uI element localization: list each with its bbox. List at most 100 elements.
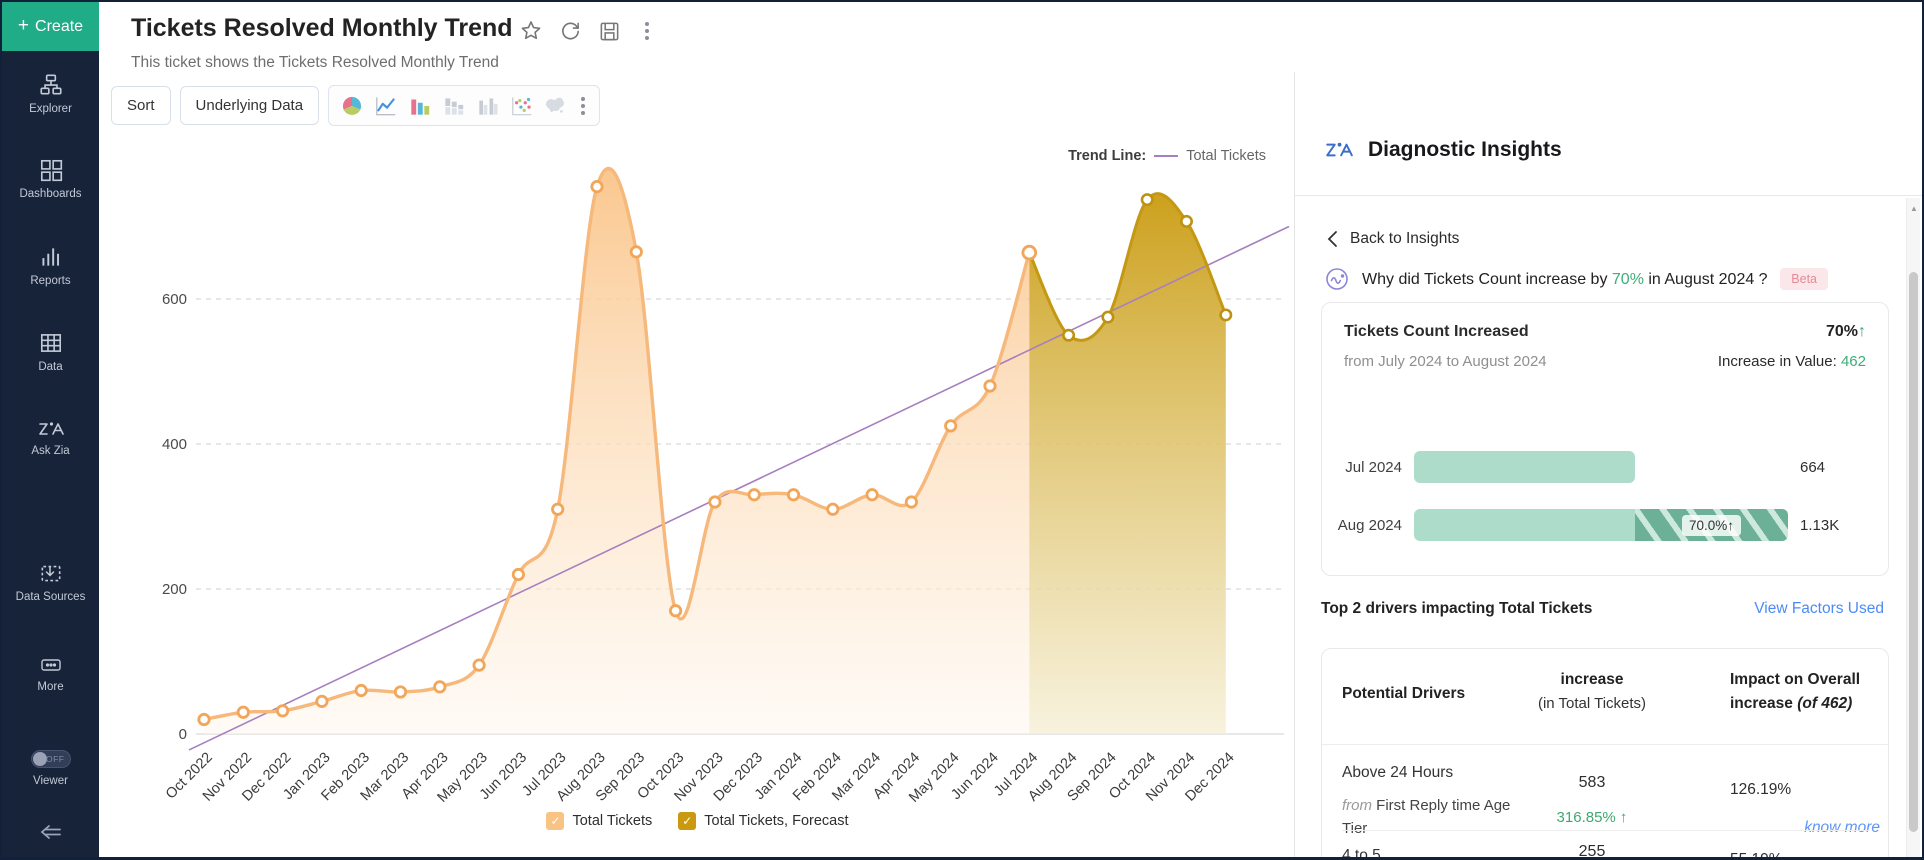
divider [1342, 830, 1868, 831]
back-to-insights-link[interactable]: Back to Insights [1326, 230, 1459, 248]
save-icon[interactable] [598, 20, 621, 43]
card-title: Tickets Count Increased [1344, 323, 1529, 340]
viewer-label: Viewer [33, 775, 68, 787]
sidebar-item-ask-zia[interactable]: Ask Zia [2, 418, 99, 459]
area-chart-canvas[interactable]: 0200400600Oct 2022Nov 2022Dec 2022Jan 20… [101, 112, 1294, 852]
col-increase: increase [1560, 671, 1624, 688]
scroll-up-arrow[interactable]: ▲ [1910, 204, 1918, 213]
col-increase-sub: (in Total Tickets) [1537, 695, 1647, 712]
svg-text:400: 400 [162, 436, 187, 453]
sidebar-label: Dashboards [19, 188, 82, 200]
col-potential-drivers: Potential Drivers [1342, 685, 1466, 702]
driver-impact: 126.19% [1730, 781, 1792, 798]
viewer-toggle[interactable]: OFF [30, 750, 71, 768]
col-impact-sub: (of 462) [1797, 695, 1853, 712]
diagnostic-insights-panel: Diagnostic Insights Back to Insights Why… [1295, 2, 1922, 857]
toggle-state-label: OFF [46, 754, 65, 764]
aug-bar-increase-segment: 70.0%↑ [1635, 509, 1788, 541]
legend-label: Total Tickets [572, 813, 653, 829]
trendline-swatch [1154, 155, 1179, 157]
divider [1295, 195, 1922, 196]
increase-in-value: Increase in Value: 462 [1717, 353, 1866, 370]
bar-label: Jul 2024 [1345, 458, 1402, 476]
toggle-knob [32, 752, 47, 766]
bar-value: 664 [1800, 458, 1826, 476]
question-highlight: 70% [1611, 271, 1644, 288]
sidebar-label: Data Sources [15, 591, 86, 603]
driver-increase: 583 [1578, 774, 1606, 791]
create-label: Create [35, 17, 84, 35]
jul-bar [1414, 451, 1635, 483]
driver-source: from First Reply time Age Tier [1342, 797, 1511, 838]
collapse-arrow-icon [40, 825, 61, 839]
drivers-table-card: Potential Drivers increase (in Total Tic… [1321, 648, 1889, 860]
refresh-icon[interactable] [559, 20, 582, 43]
col-impact: Impact on Overall [1730, 671, 1861, 688]
question-text: Why did Tickets Count increase by 70% in… [1362, 271, 1768, 288]
create-button[interactable]: + Create [2, 2, 99, 51]
comparison-bar-row: Jul 2024 664 [1322, 451, 1825, 483]
checkbox-checked-icon: ✓ [546, 812, 565, 830]
bar-value: 1.13K [1800, 516, 1840, 534]
driver-name: Above 24 Hours [1342, 764, 1454, 781]
chevron-left-icon [1327, 231, 1337, 247]
sidebar-label: Explorer [29, 103, 72, 115]
page-title: Tickets Resolved Monthly Trend [131, 14, 513, 42]
explorer-tree-icon [39, 74, 62, 95]
driver-impact: 55.19% [1730, 851, 1783, 860]
driver-pct: 316.85% ↑ [1556, 809, 1628, 826]
delta-chip: 70.0%↑ [1681, 514, 1742, 536]
app-window: + Create Explorer Dashboards Reports Dat… [0, 0, 1924, 860]
series-legend: ✓ Total Tickets ✓ Total Tickets, Forecas… [101, 812, 1294, 830]
view-factors-link[interactable]: View Factors Used [1754, 600, 1884, 618]
title-kebab-menu[interactable] [637, 18, 657, 44]
page-subtitle: This ticket shows the Tickets Resolved M… [131, 54, 499, 71]
sidebar-item-data[interactable]: Data [2, 330, 99, 375]
dashboards-grid-icon [40, 159, 62, 182]
increase-summary-card: Tickets Count Increased 70%↑ from July 2… [1321, 302, 1889, 576]
data-sources-arrow [45, 566, 55, 577]
driver-increase: 255 [1578, 843, 1606, 860]
legend-item-forecast[interactable]: ✓ Total Tickets, Forecast [678, 812, 849, 830]
favorite-star-icon[interactable] [519, 19, 543, 43]
svg-text:0: 0 [179, 726, 187, 743]
sidebar-item-more[interactable]: More [2, 654, 99, 695]
sidebar-label: More [37, 681, 64, 693]
trendline-series-label: Total Tickets [1186, 148, 1266, 164]
sidebar-label: Ask Zia [31, 445, 70, 457]
beta-badge: Beta [1780, 268, 1828, 290]
sidebar-item-explorer[interactable]: Explorer [2, 72, 99, 117]
reports-bars-icon [41, 248, 59, 266]
trend-chart: 0 200 400 600 Oct 2022 Nov 2022 Dec 2022 Jan 20… [101, 112, 1294, 852]
panel-title: Diagnostic Insights [1368, 138, 1562, 161]
sidebar-label: Reports [30, 275, 71, 287]
divider [1322, 744, 1888, 745]
checkbox-checked-icon: ✓ [678, 812, 697, 830]
more-ellipsis-icon [40, 659, 61, 671]
svg-text:600: 600 [162, 291, 187, 308]
trendline-legend: Trend Line: Total Tickets [1068, 148, 1266, 164]
legend-item-total-tickets[interactable]: ✓ Total Tickets [546, 812, 652, 830]
sidebar-item-reports[interactable]: Reports [2, 244, 99, 289]
sidebar-item-data-sources[interactable]: Data Sources [2, 560, 99, 605]
know-more-link[interactable]: know more [1804, 819, 1880, 836]
insight-wave-icon [1326, 268, 1348, 290]
trendline-legend-title: Trend Line: [1068, 148, 1147, 164]
comparison-bar-row: Aug 2024 70.0%↑ 1.13K [1322, 509, 1839, 541]
svg-text:200: 200 [162, 581, 187, 598]
bar-label: Aug 2024 [1337, 516, 1402, 534]
zia-icon [1326, 142, 1353, 157]
data-table-icon [40, 334, 61, 352]
collapse-sidebar-button[interactable] [2, 820, 99, 848]
sidebar-item-dashboards[interactable]: Dashboards [2, 157, 99, 202]
legend-label: Total Tickets, Forecast [704, 813, 849, 829]
sidebar-label: Data [38, 361, 63, 373]
panel-scrollbar[interactable]: ▲ [1906, 198, 1920, 857]
change-period: from July 2024 to August 2024 [1344, 353, 1547, 370]
up-arrow-icon: ↑ [1858, 323, 1866, 340]
zia-icon [38, 422, 64, 435]
scrollbar-thumb[interactable] [1909, 272, 1918, 832]
back-label: Back to Insights [1350, 230, 1460, 247]
sidebar: + Create Explorer Dashboards Reports Dat… [2, 2, 99, 857]
plus-icon: + [17, 14, 30, 36]
